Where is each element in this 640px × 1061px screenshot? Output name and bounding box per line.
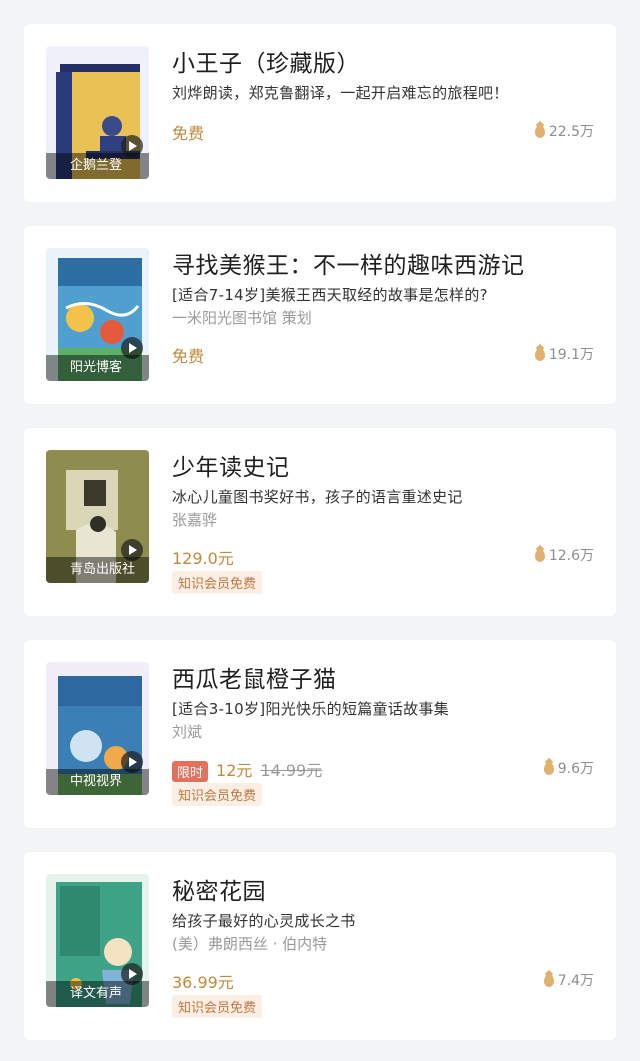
- book-author: 张嘉骅: [172, 511, 218, 529]
- play-count-value: 7.4万: [557, 973, 594, 989]
- flame-icon: [534, 548, 545, 562]
- book-card[interactable]: 阳光博客 寻找美猴王：不一样的趣味西游记 [适合7-14岁]美猴王西天取经的故事…: [24, 226, 616, 404]
- book-price: 129.0元: [172, 549, 234, 568]
- play-count: 7.4万: [543, 970, 594, 990]
- audiobook-list: 企鹅兰登 小王子（珍藏版） 刘烨朗读，郑克鲁翻译，一起开启难忘的旅程吧！ 免费 …: [0, 0, 640, 1061]
- book-price: 免费: [172, 347, 205, 366]
- flame-icon: [543, 761, 554, 775]
- play-count: 12.6万: [534, 545, 594, 565]
- play-count-value: 9.6万: [557, 761, 594, 777]
- book-cover[interactable]: 中视视界: [46, 662, 149, 795]
- book-description: 给孩子最好的心灵成长之书: [172, 912, 356, 930]
- play-count-value: 19.1万: [548, 347, 594, 363]
- book-title[interactable]: 少年读史记: [172, 448, 598, 482]
- publisher-label: 企鹅兰登: [46, 153, 149, 179]
- play-count-value: 12.6万: [548, 548, 594, 564]
- book-author: 刘斌: [172, 723, 203, 741]
- book-description: 刘烨朗读，郑克鲁翻译，一起开启难忘的旅程吧！: [172, 84, 509, 102]
- member-free-badge: 知识会员免费: [172, 571, 263, 594]
- book-card[interactable]: 青岛出版社 少年读史记 冰心儿童图书奖好书，孩子的语言重述史记 张嘉骅 129.…: [24, 428, 616, 616]
- original-price: 14.99元: [260, 761, 323, 780]
- book-description: [适合7-14岁]美猴王西天取经的故事是怎样的?: [172, 286, 488, 304]
- book-author: 一米阳光图书馆 策划: [172, 309, 312, 327]
- book-description: 冰心儿童图书奖好书，孩子的语言重述史记: [172, 488, 463, 506]
- limited-time-tag: 限时: [172, 761, 209, 782]
- price-row: 限时 12元 14.99元: [172, 757, 322, 782]
- publisher-label: 青岛出版社: [46, 557, 149, 583]
- book-card[interactable]: 译文有声 秘密花园 给孩子最好的心灵成长之书 (美）弗朗西丝 · 伯内特 36.…: [24, 852, 616, 1040]
- publisher-label: 中视视界: [46, 769, 149, 795]
- flame-icon: [534, 347, 545, 361]
- book-title[interactable]: 西瓜老鼠橙子猫: [172, 660, 598, 694]
- book-author: (美）弗朗西丝 · 伯内特: [172, 935, 328, 953]
- publisher-label: 阳光博客: [46, 355, 149, 381]
- book-description: [适合3-10岁]阳光快乐的短篇童话故事集: [172, 700, 450, 718]
- play-count: 9.6万: [543, 758, 594, 778]
- book-cover[interactable]: 阳光博客: [46, 248, 149, 381]
- book-card[interactable]: 中视视界 西瓜老鼠橙子猫 [适合3-10岁]阳光快乐的短篇童话故事集 刘斌 限时…: [24, 640, 616, 828]
- play-count-value: 22.5万: [548, 124, 594, 140]
- member-free-badge: 知识会员免费: [172, 995, 263, 1018]
- publisher-label: 译文有声: [46, 981, 149, 1007]
- book-title[interactable]: 寻找美猴王：不一样的趣味西游记: [172, 246, 598, 280]
- book-cover[interactable]: 青岛出版社: [46, 450, 149, 583]
- book-cover[interactable]: 企鹅兰登: [46, 46, 149, 179]
- flame-icon: [543, 973, 554, 987]
- book-cover[interactable]: 译文有声: [46, 874, 149, 1007]
- member-free-badge: 知识会员免费: [172, 783, 263, 806]
- book-price: 12元: [216, 761, 253, 780]
- book-title[interactable]: 小王子（珍藏版）: [172, 44, 598, 78]
- book-card[interactable]: 企鹅兰登 小王子（珍藏版） 刘烨朗读，郑克鲁翻译，一起开启难忘的旅程吧！ 免费 …: [24, 24, 616, 202]
- book-price: 免费: [172, 124, 205, 143]
- flame-icon: [534, 124, 545, 138]
- book-title[interactable]: 秘密花园: [172, 872, 598, 906]
- play-count: 22.5万: [534, 121, 594, 141]
- play-count: 19.1万: [534, 344, 594, 364]
- book-price: 36.99元: [172, 973, 234, 992]
